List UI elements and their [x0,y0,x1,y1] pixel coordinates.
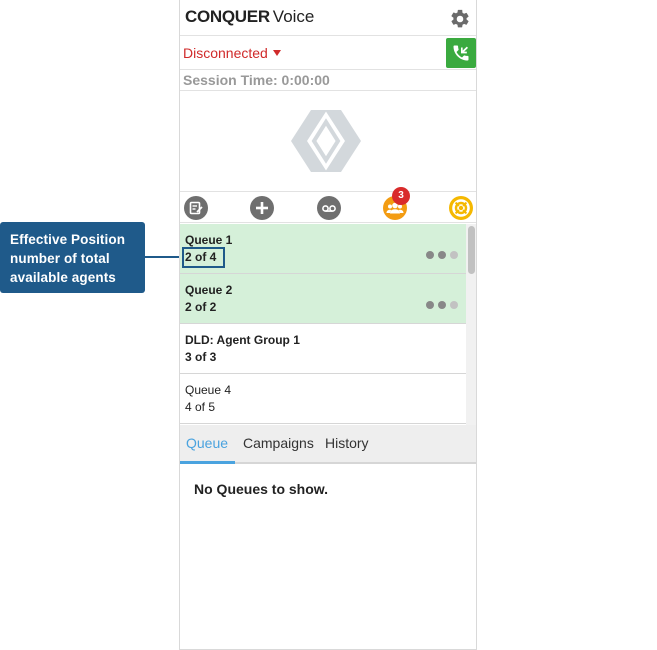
scrollbar-thumb[interactable] [468,226,475,274]
session-time: Session Time: 0:00:00 [183,72,330,88]
queue-list-item[interactable]: Queue 2 2 of 2 [180,274,466,324]
callout-line-3: available agents [10,270,116,285]
tab-campaigns[interactable]: Campaigns [243,435,314,451]
brand-title: CONQUER Voice [185,7,314,27]
connection-status-label: Disconnected [183,45,268,61]
callout-line-2: number of total [10,251,110,266]
queue-position: 4 of 5 [185,400,216,414]
logo-area [180,91,476,192]
conquer-logo-icon [291,110,361,172]
help-lifebuoy-icon[interactable] [449,196,473,220]
more-options-icon[interactable] [426,251,460,259]
add-icon[interactable] [250,196,274,220]
tab-queue[interactable]: Queue [186,435,228,451]
caret-down-icon [272,50,281,56]
phone-incoming-icon [453,45,469,61]
connection-status-dropdown[interactable]: Disconnected [183,45,281,61]
queue-position: 2 of 2 [185,300,217,314]
app-header: CONQUER Voice [180,0,476,36]
queue-name: Queue 1 [185,233,233,247]
action-toolbar: 3 [180,187,476,223]
active-tab-indicator [180,461,235,464]
empty-queues-message: No Queues to show. [194,481,329,497]
queue-list-item[interactable]: DLD: Agent Group 1 3 of 3 [180,324,466,374]
connection-status-row: Disconnected [180,36,476,70]
softphone-panel: CONQUER Voice Disconnected Session Time: … [179,0,477,650]
queue-name: DLD: Agent Group 1 [185,333,300,347]
callout-connector [145,256,181,258]
brand-name: CONQUER [185,7,270,26]
more-options-icon[interactable] [426,301,460,309]
brand-product: Voice [272,7,315,26]
queue-position: 3 of 3 [185,350,217,364]
queue-list: Queue 1 2 of 4 Queue 2 2 of 2 DLD: Agent… [180,224,466,425]
tab-bar: Queue Campaigns History [180,425,476,464]
queue-list-item[interactable]: Queue 4 4 of 5 [180,374,466,424]
call-button[interactable] [446,38,476,68]
annotation-callout: Effective Position number of total avail… [0,222,145,293]
settings-gear-icon[interactable] [449,8,471,30]
voicemail-icon[interactable] [317,196,341,220]
queue-name: Queue 2 [185,283,233,297]
notes-icon[interactable] [184,196,208,220]
queue-name: Queue 4 [185,383,232,397]
team-notification-badge: 3 [392,187,410,205]
queue-list-item[interactable]: Queue 1 2 of 4 [180,224,466,274]
callout-line-1: Effective Position [10,232,126,247]
queue-list-scrollbar[interactable] [466,224,476,425]
position-highlight-box [182,247,225,268]
tab-history[interactable]: History [325,435,369,451]
